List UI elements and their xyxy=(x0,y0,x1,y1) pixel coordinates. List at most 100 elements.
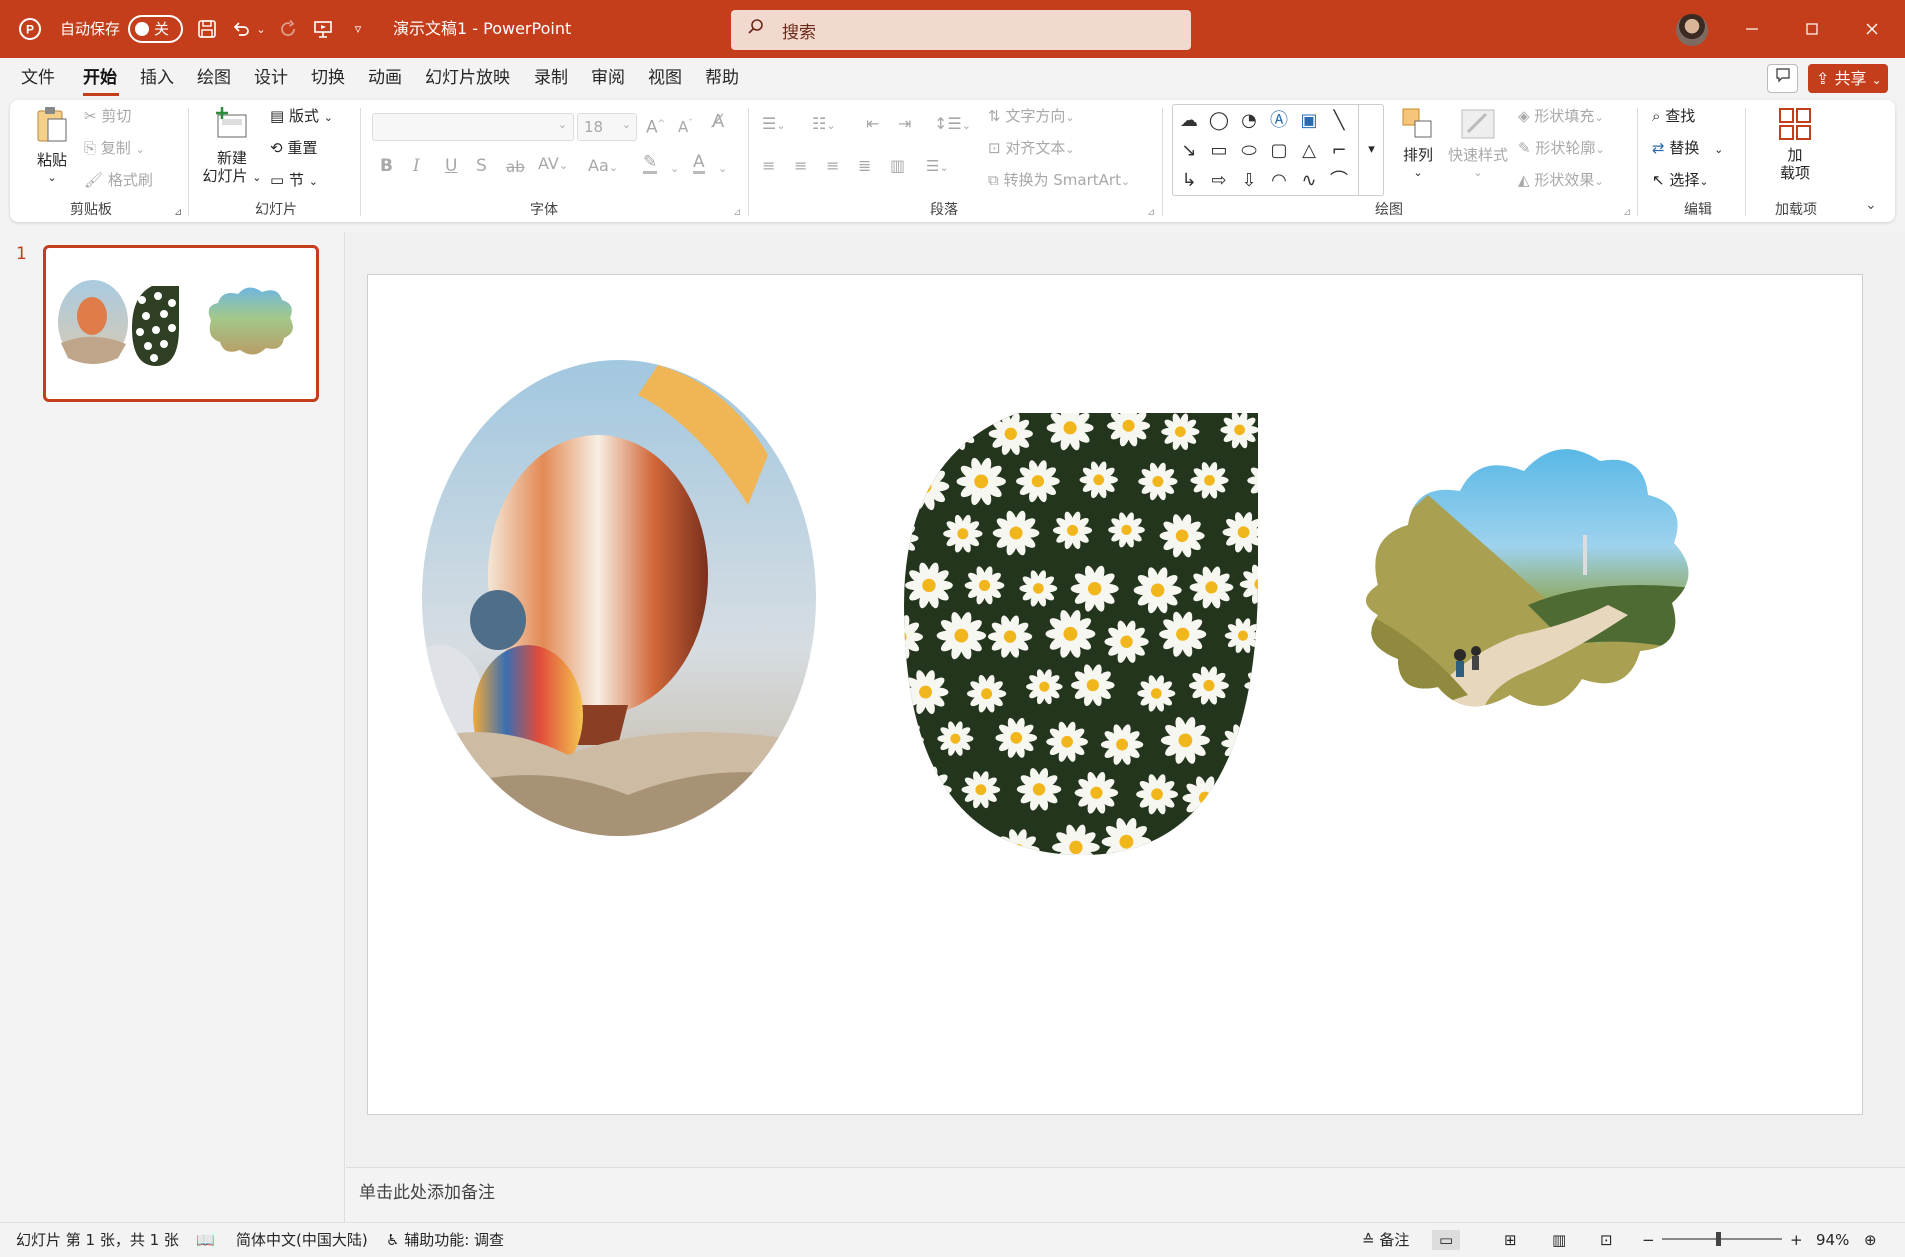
slide-canvas[interactable] xyxy=(367,274,1863,1115)
chevron-down-icon: ⌄ xyxy=(252,171,262,184)
section-label: 节 xyxy=(288,171,304,189)
line-spacing-icon: ↕☰⌄ xyxy=(934,114,971,133)
addins-label-2: 载项 xyxy=(1779,164,1810,182)
notes-placeholder[interactable]: 单击此处添加备注 xyxy=(359,1178,495,1203)
distributed-icon: ▥ xyxy=(890,156,906,175)
highlight-icon: ✎ xyxy=(643,152,658,174)
flowchart-shape-icon[interactable]: ◠ xyxy=(1267,169,1291,193)
notes-toggle-button[interactable]: ≙ 备注 xyxy=(1362,1230,1409,1250)
elbow-arrow-shape-icon[interactable]: ↳ xyxy=(1177,169,1201,193)
tab-review[interactable]: 审阅 xyxy=(591,67,625,89)
cut-label: 剪切 xyxy=(101,107,132,125)
shape-effects-label: 形状效果 xyxy=(1534,171,1595,189)
align-text-label: 对齐文本 xyxy=(1005,139,1066,157)
text-box-shape-icon[interactable]: Ⓐ xyxy=(1267,109,1291,133)
slide-count-status[interactable]: 幻灯片 第 1 张，共 1 张 xyxy=(16,1230,179,1250)
arrow-line-shape-icon[interactable]: ↘ xyxy=(1177,139,1201,163)
font-color-icon: A xyxy=(693,152,705,174)
accessibility-status[interactable]: ♿ 辅助功能: 调查 xyxy=(386,1230,504,1250)
active-tab-indicator xyxy=(83,93,119,96)
tab-record[interactable]: 录制 xyxy=(534,67,568,89)
tab-home[interactable]: 开始 xyxy=(83,67,117,89)
triangle-shape-icon[interactable]: △ xyxy=(1297,139,1321,163)
tab-help[interactable]: 帮助 xyxy=(705,67,739,89)
normal-view-icon[interactable]: ▭ xyxy=(1432,1230,1461,1250)
replace-button[interactable]: ⇄ 替换 ⌄ xyxy=(1652,139,1723,159)
new-slide-button[interactable]: 新建 幻灯片 ⌄ xyxy=(200,105,264,187)
slide-sorter-icon[interactable]: ⊞ xyxy=(1504,1230,1517,1250)
right-arrow-shape-icon[interactable]: ⇨ xyxy=(1207,169,1231,193)
arrange-label: 排列 xyxy=(1402,146,1433,164)
vertical-text-box-icon[interactable]: ▣ xyxy=(1297,109,1321,133)
arrange-button[interactable]: 排列 ⌄ xyxy=(1396,106,1440,182)
zoom-out-button[interactable]: − xyxy=(1642,1230,1655,1250)
reading-view-icon[interactable]: ▥ xyxy=(1552,1230,1566,1250)
language-status[interactable]: 简体中文(中国大陆) xyxy=(236,1230,368,1250)
user-avatar[interactable] xyxy=(1676,14,1708,46)
present-from-start-icon[interactable] xyxy=(310,15,336,43)
undo-dropdown-icon[interactable]: ⌄ xyxy=(254,15,268,43)
shape-gallery: ☁ ◯ ◔ Ⓐ ▣ ╲ ↘ ▭ ⬭ ▢ △ ⌐ ↳ ⇨ ⇩ ◠ ∿ ⌒ ▾ xyxy=(1172,104,1384,196)
accessibility-icon: ♿ xyxy=(386,1231,400,1249)
new-slide-label-1: 新建 xyxy=(216,149,247,167)
zoom-slider-thumb[interactable] xyxy=(1716,1232,1721,1246)
customize-quick-access-icon[interactable]: ▿ xyxy=(348,15,368,43)
autosave-toggle[interactable]: 关 xyxy=(128,15,183,43)
tab-design[interactable]: 设计 xyxy=(254,67,288,89)
save-icon[interactable] xyxy=(194,15,220,43)
down-arrow-shape-icon[interactable]: ⇩ xyxy=(1237,169,1261,193)
share-button[interactable]: ⇪ 共享 ⌄ xyxy=(1808,64,1888,93)
rounded-rectangle-shape-icon[interactable]: ▢ xyxy=(1267,139,1291,163)
scissors-icon: ✂ xyxy=(84,107,97,125)
new-slide-icon xyxy=(216,107,247,138)
close-icon[interactable] xyxy=(1858,16,1886,44)
collapse-ribbon-icon[interactable]: ⌄ xyxy=(1865,196,1877,214)
layout-button[interactable]: ▤ 版式 ⌄ xyxy=(270,107,333,127)
section-button[interactable]: ▭ 节 ⌄ xyxy=(270,171,318,191)
tab-view[interactable]: 视图 xyxy=(648,67,682,89)
tab-slideshow[interactable]: 幻灯片放映 xyxy=(425,67,510,89)
slide-thumbnail[interactable] xyxy=(43,245,319,402)
tab-transitions[interactable]: 切换 xyxy=(311,67,345,89)
chevron-down-icon: ⌄ xyxy=(718,162,728,175)
chevron-down-icon: ⌄ xyxy=(47,171,57,184)
zoom-level[interactable]: 94% xyxy=(1816,1230,1849,1250)
smartart-button: ⧉ 转换为 SmartArt⌄ xyxy=(988,171,1131,189)
maximize-icon[interactable] xyxy=(1798,16,1826,44)
comments-button[interactable] xyxy=(1767,64,1798,93)
fit-to-window-icon[interactable]: ⊕ xyxy=(1864,1230,1877,1250)
paste-button[interactable]: 粘贴 ⌄ xyxy=(32,105,72,185)
notes-pane[interactable] xyxy=(346,1167,1905,1222)
curve-shape-icon[interactable]: ∿ xyxy=(1297,169,1321,193)
tab-draw[interactable]: 绘图 xyxy=(197,67,231,89)
elbow-connector-shape-icon[interactable]: ⌐ xyxy=(1327,139,1351,163)
line-shape-icon[interactable]: ╲ xyxy=(1327,109,1351,133)
gallery-more-button[interactable]: ▾ xyxy=(1358,105,1384,195)
zoom-slider-track[interactable] xyxy=(1662,1238,1782,1240)
zoom-in-button[interactable]: + xyxy=(1790,1230,1803,1250)
slideshow-view-icon[interactable]: ⊡ xyxy=(1600,1230,1613,1250)
spelling-icon[interactable]: 📖 xyxy=(196,1230,215,1250)
teardrop-shape-icon[interactable]: ◔ xyxy=(1237,109,1261,133)
arc-shape-icon[interactable]: ⌒ xyxy=(1327,169,1351,193)
chevron-down-icon: ⌄ xyxy=(557,118,567,131)
find-button[interactable]: ⌕ 查找 xyxy=(1652,107,1695,125)
tab-insert[interactable]: 插入 xyxy=(140,67,174,89)
reset-button[interactable]: ⟲ 重置 xyxy=(270,139,317,157)
group-separator xyxy=(188,108,189,216)
tab-animations[interactable]: 动画 xyxy=(368,67,402,89)
oval-shape-icon[interactable]: ⬭ xyxy=(1237,139,1261,163)
minimize-icon[interactable] xyxy=(1738,16,1766,44)
tab-file[interactable]: 文件 xyxy=(21,67,55,89)
undo-icon[interactable] xyxy=(228,15,254,43)
search-box[interactable]: 搜索 xyxy=(731,10,1191,50)
select-button[interactable]: ↖ 选择⌄ xyxy=(1652,171,1709,191)
dialog-launcher-icon[interactable]: ⊿ xyxy=(174,204,182,222)
oval-speech-shape-icon[interactable]: ◯ xyxy=(1207,109,1231,133)
freeform-shape-icon[interactable]: ☁ xyxy=(1177,109,1201,133)
change-case-label: Aa xyxy=(588,156,609,175)
group-separator xyxy=(1162,108,1163,216)
addins-button[interactable]: 加 载项 xyxy=(1770,106,1820,182)
share-icon: ⇪ xyxy=(1816,69,1830,88)
rectangle-shape-icon[interactable]: ▭ xyxy=(1207,139,1231,163)
